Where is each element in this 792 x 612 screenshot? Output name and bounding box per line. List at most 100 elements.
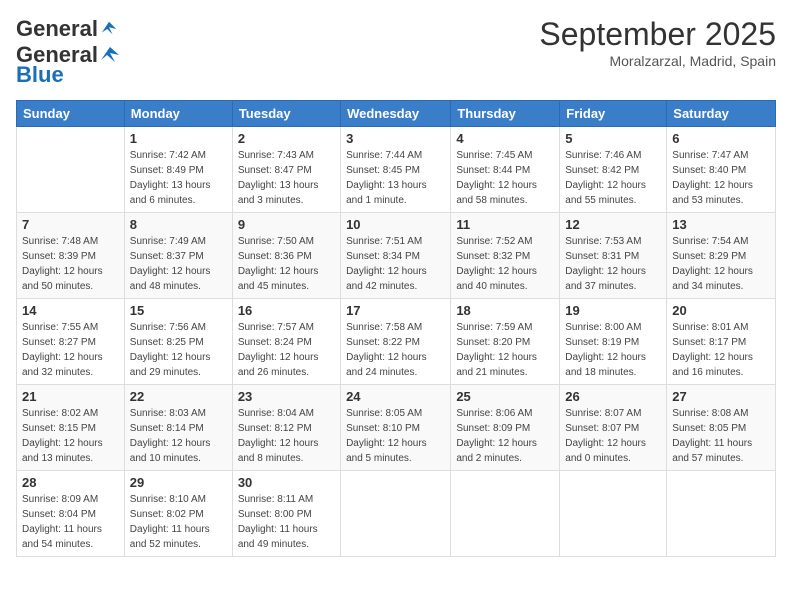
header-wednesday: Wednesday: [341, 101, 451, 127]
day-number: 10: [346, 217, 445, 232]
day-info: Sunrise: 7:55 AMSunset: 8:27 PMDaylight:…: [22, 320, 119, 380]
day-info: Sunrise: 8:05 AMSunset: 8:10 PMDaylight:…: [346, 406, 445, 466]
day-cell: 28 Sunrise: 8:09 AMSunset: 8:04 PMDaylig…: [17, 471, 125, 557]
day-number: 16: [238, 303, 335, 318]
day-cell: 5 Sunrise: 7:46 AMSunset: 8:42 PMDayligh…: [560, 127, 667, 213]
day-cell: 30 Sunrise: 8:11 AMSunset: 8:00 PMDaylig…: [232, 471, 340, 557]
day-number: 9: [238, 217, 335, 232]
header-monday: Monday: [124, 101, 232, 127]
location: Moralzarzal, Madrid, Spain: [539, 53, 776, 69]
day-info: Sunrise: 8:07 AMSunset: 8:07 PMDaylight:…: [565, 406, 661, 466]
day-number: 7: [22, 217, 119, 232]
day-info: Sunrise: 7:46 AMSunset: 8:42 PMDaylight:…: [565, 148, 661, 208]
week-row-5: 28 Sunrise: 8:09 AMSunset: 8:04 PMDaylig…: [17, 471, 776, 557]
calendar-table: SundayMondayTuesdayWednesdayThursdayFrid…: [16, 100, 776, 557]
day-number: 3: [346, 131, 445, 146]
day-number: 2: [238, 131, 335, 146]
header-friday: Friday: [560, 101, 667, 127]
day-cell: 26 Sunrise: 8:07 AMSunset: 8:07 PMDaylig…: [560, 385, 667, 471]
logo-bird-icon: [100, 20, 118, 38]
day-cell: 12 Sunrise: 7:53 AMSunset: 8:31 PMDaylig…: [560, 213, 667, 299]
day-cell: 1 Sunrise: 7:42 AMSunset: 8:49 PMDayligh…: [124, 127, 232, 213]
header-tuesday: Tuesday: [232, 101, 340, 127]
day-info: Sunrise: 8:00 AMSunset: 8:19 PMDaylight:…: [565, 320, 661, 380]
day-cell: 15 Sunrise: 7:56 AMSunset: 8:25 PMDaylig…: [124, 299, 232, 385]
logo-general: General: [16, 16, 98, 42]
day-info: Sunrise: 7:53 AMSunset: 8:31 PMDaylight:…: [565, 234, 661, 294]
week-row-2: 7 Sunrise: 7:48 AMSunset: 8:39 PMDayligh…: [17, 213, 776, 299]
day-number: 22: [130, 389, 227, 404]
day-cell: 25 Sunrise: 8:06 AMSunset: 8:09 PMDaylig…: [451, 385, 560, 471]
day-info: Sunrise: 8:02 AMSunset: 8:15 PMDaylight:…: [22, 406, 119, 466]
day-info: Sunrise: 7:52 AMSunset: 8:32 PMDaylight:…: [456, 234, 554, 294]
logo-blue-word: Blue: [16, 62, 64, 88]
day-cell: 14 Sunrise: 7:55 AMSunset: 8:27 PMDaylig…: [17, 299, 125, 385]
day-number: 8: [130, 217, 227, 232]
day-cell: 17 Sunrise: 7:58 AMSunset: 8:22 PMDaylig…: [341, 299, 451, 385]
day-info: Sunrise: 7:49 AMSunset: 8:37 PMDaylight:…: [130, 234, 227, 294]
day-number: 5: [565, 131, 661, 146]
month-title: September 2025: [539, 16, 776, 53]
day-cell: [560, 471, 667, 557]
day-number: 26: [565, 389, 661, 404]
day-info: Sunrise: 8:06 AMSunset: 8:09 PMDaylight:…: [456, 406, 554, 466]
day-number: 13: [672, 217, 770, 232]
day-cell: 21 Sunrise: 8:02 AMSunset: 8:15 PMDaylig…: [17, 385, 125, 471]
day-cell: 16 Sunrise: 7:57 AMSunset: 8:24 PMDaylig…: [232, 299, 340, 385]
day-number: 15: [130, 303, 227, 318]
day-number: 19: [565, 303, 661, 318]
day-number: 29: [130, 475, 227, 490]
day-cell: 7 Sunrise: 7:48 AMSunset: 8:39 PMDayligh…: [17, 213, 125, 299]
day-number: 14: [22, 303, 119, 318]
day-info: Sunrise: 7:54 AMSunset: 8:29 PMDaylight:…: [672, 234, 770, 294]
day-info: Sunrise: 8:08 AMSunset: 8:05 PMDaylight:…: [672, 406, 770, 466]
day-cell: 13 Sunrise: 7:54 AMSunset: 8:29 PMDaylig…: [667, 213, 776, 299]
day-info: Sunrise: 7:45 AMSunset: 8:44 PMDaylight:…: [456, 148, 554, 208]
day-cell: 22 Sunrise: 8:03 AMSunset: 8:14 PMDaylig…: [124, 385, 232, 471]
day-number: 30: [238, 475, 335, 490]
day-info: Sunrise: 7:48 AMSunset: 8:39 PMDaylight:…: [22, 234, 119, 294]
day-number: 11: [456, 217, 554, 232]
day-info: Sunrise: 7:44 AMSunset: 8:45 PMDaylight:…: [346, 148, 445, 208]
day-info: Sunrise: 7:47 AMSunset: 8:40 PMDaylight:…: [672, 148, 770, 208]
day-info: Sunrise: 7:43 AMSunset: 8:47 PMDaylight:…: [238, 148, 335, 208]
day-info: Sunrise: 7:42 AMSunset: 8:49 PMDaylight:…: [130, 148, 227, 208]
day-cell: 9 Sunrise: 7:50 AMSunset: 8:36 PMDayligh…: [232, 213, 340, 299]
day-cell: 18 Sunrise: 7:59 AMSunset: 8:20 PMDaylig…: [451, 299, 560, 385]
day-number: 25: [456, 389, 554, 404]
logo: General General Blue: [16, 16, 121, 88]
day-info: Sunrise: 7:57 AMSunset: 8:24 PMDaylight:…: [238, 320, 335, 380]
day-cell: 2 Sunrise: 7:43 AMSunset: 8:47 PMDayligh…: [232, 127, 340, 213]
day-cell: 10 Sunrise: 7:51 AMSunset: 8:34 PMDaylig…: [341, 213, 451, 299]
day-info: Sunrise: 7:56 AMSunset: 8:25 PMDaylight:…: [130, 320, 227, 380]
day-info: Sunrise: 7:50 AMSunset: 8:36 PMDaylight:…: [238, 234, 335, 294]
title-block: September 2025 Moralzarzal, Madrid, Spai…: [539, 16, 776, 69]
day-number: 24: [346, 389, 445, 404]
day-info: Sunrise: 8:10 AMSunset: 8:02 PMDaylight:…: [130, 492, 227, 552]
day-info: Sunrise: 7:51 AMSunset: 8:34 PMDaylight:…: [346, 234, 445, 294]
day-cell: 27 Sunrise: 8:08 AMSunset: 8:05 PMDaylig…: [667, 385, 776, 471]
day-cell: [17, 127, 125, 213]
day-number: 6: [672, 131, 770, 146]
day-number: 20: [672, 303, 770, 318]
day-number: 28: [22, 475, 119, 490]
logo-text: General: [16, 16, 118, 42]
day-number: 17: [346, 303, 445, 318]
day-number: 21: [22, 389, 119, 404]
week-row-1: 1 Sunrise: 7:42 AMSunset: 8:49 PMDayligh…: [17, 127, 776, 213]
day-info: Sunrise: 7:59 AMSunset: 8:20 PMDaylight:…: [456, 320, 554, 380]
day-number: 23: [238, 389, 335, 404]
header-saturday: Saturday: [667, 101, 776, 127]
day-info: Sunrise: 8:01 AMSunset: 8:17 PMDaylight:…: [672, 320, 770, 380]
day-number: 12: [565, 217, 661, 232]
day-number: 4: [456, 131, 554, 146]
day-cell: [341, 471, 451, 557]
logo-icon: [99, 44, 121, 66]
day-info: Sunrise: 8:03 AMSunset: 8:14 PMDaylight:…: [130, 406, 227, 466]
day-cell: 3 Sunrise: 7:44 AMSunset: 8:45 PMDayligh…: [341, 127, 451, 213]
day-number: 1: [130, 131, 227, 146]
day-info: Sunrise: 7:58 AMSunset: 8:22 PMDaylight:…: [346, 320, 445, 380]
day-info: Sunrise: 8:09 AMSunset: 8:04 PMDaylight:…: [22, 492, 119, 552]
day-number: 27: [672, 389, 770, 404]
day-cell: 24 Sunrise: 8:05 AMSunset: 8:10 PMDaylig…: [341, 385, 451, 471]
